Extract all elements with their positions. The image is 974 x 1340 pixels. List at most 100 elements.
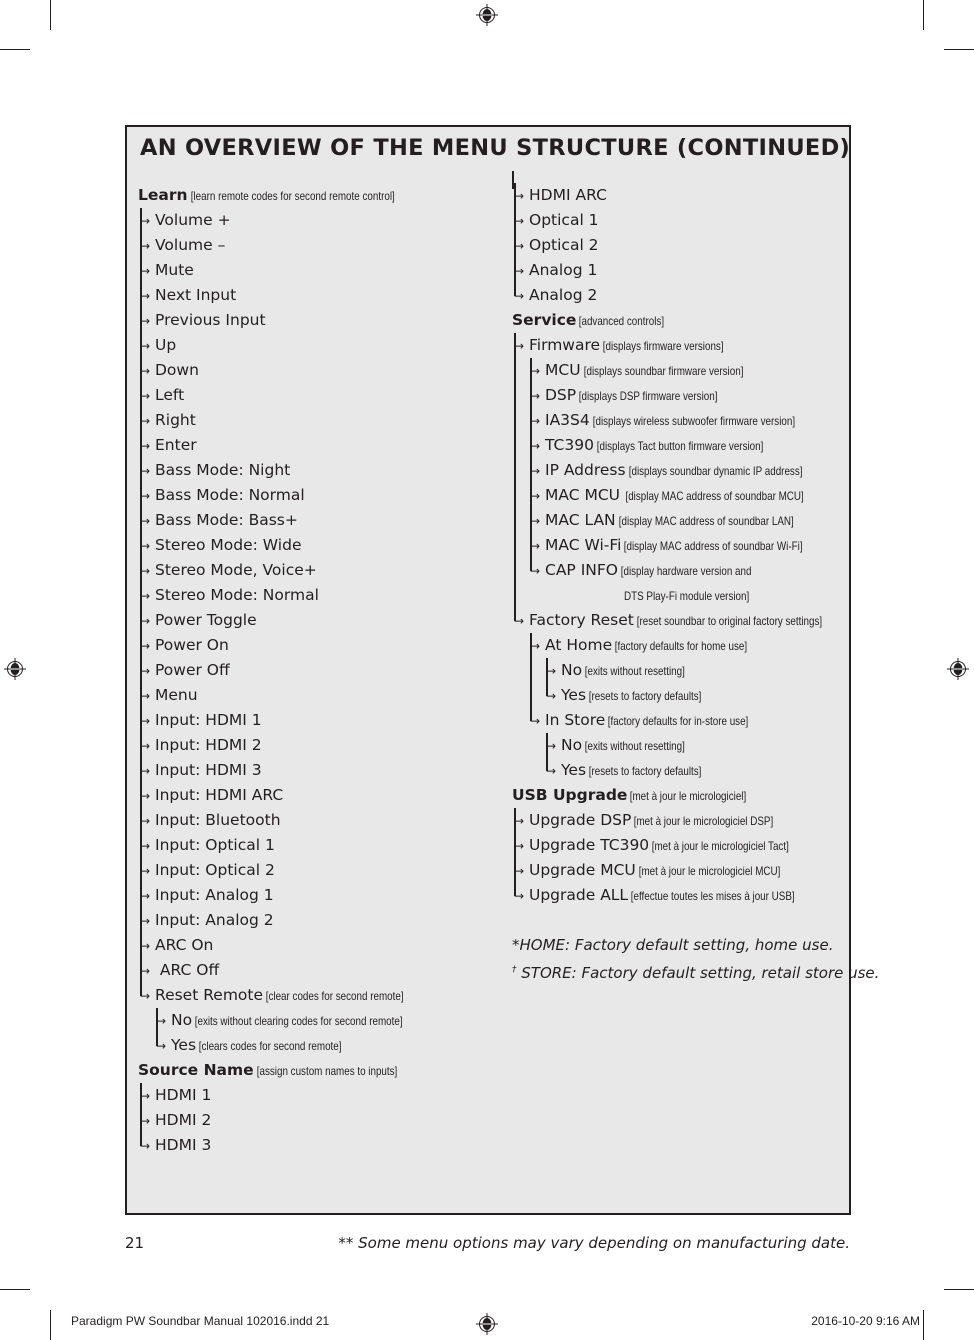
tree-line bbox=[514, 808, 516, 896]
menu-item: → Up bbox=[138, 333, 449, 358]
disclaimer: ** Some menu options may vary depending … bbox=[338, 1234, 850, 1252]
menu-description: [clear codes for second remote] bbox=[263, 989, 404, 1003]
menu-heading: Service [advanced controls] bbox=[512, 308, 879, 333]
menu-label: CAP INFO bbox=[545, 561, 618, 579]
arrow-icon: → bbox=[140, 589, 151, 603]
arrow-icon: → bbox=[514, 839, 525, 853]
menu-item: → Firmware [displays firmware versions] bbox=[512, 333, 879, 358]
menu-description: [displays Tact button firmware version] bbox=[593, 439, 764, 453]
tree-line bbox=[546, 658, 548, 696]
menu-description: [resets to factory defaults] bbox=[586, 764, 702, 778]
arrow-icon: → bbox=[140, 1089, 151, 1103]
menu-item: → Input: HDMI 1 bbox=[138, 708, 449, 733]
arrow-icon: → bbox=[140, 264, 151, 278]
menu-item: → Volume + bbox=[138, 208, 449, 233]
menu-item: → No [exits without resetting] bbox=[512, 658, 879, 683]
menu-item: → Right bbox=[138, 408, 449, 433]
crop-mark bbox=[923, 1310, 924, 1340]
menu-item: → Power Toggle bbox=[138, 608, 449, 633]
menu-description: [displays DSP firmware version] bbox=[576, 389, 718, 403]
arrow-icon: → bbox=[140, 914, 151, 928]
arrow-icon: → bbox=[530, 364, 541, 378]
tree-line bbox=[514, 183, 516, 296]
arrow-icon: → bbox=[546, 664, 557, 678]
tree-line bbox=[546, 733, 548, 771]
menu-item: → Bass Mode: Normal bbox=[138, 483, 449, 508]
menu-label: HDMI 3 bbox=[155, 1136, 212, 1154]
arrow-icon: → bbox=[140, 414, 151, 428]
arrow-icon: → bbox=[530, 489, 541, 503]
menu-description: [met à jour le micrologiciel] bbox=[627, 789, 747, 803]
arrow-icon: → bbox=[514, 814, 525, 828]
menu-label: DSP bbox=[545, 386, 577, 404]
menu-description: [learn remote codes for second remote co… bbox=[187, 189, 395, 203]
menu-item: → Input: HDMI 3 bbox=[138, 758, 449, 783]
menu-label: HDMI 2 bbox=[155, 1111, 212, 1129]
arrow-icon: → bbox=[140, 214, 151, 228]
menu-label: Up bbox=[155, 336, 177, 354]
arrow-icon: → bbox=[140, 789, 151, 803]
crop-mark bbox=[923, 0, 924, 30]
footnote-home: *HOME: Factory default setting, home use… bbox=[512, 936, 834, 954]
menu-item: → TC390 [displays Tact button firmware ve… bbox=[512, 433, 879, 458]
arrow-icon: → bbox=[530, 439, 541, 453]
menu-item: → No [exits without resetting] bbox=[512, 733, 879, 758]
menu-structure-panel: AN OVERVIEW OF THE MENU STRUCTURE (CONTI… bbox=[125, 125, 879, 1215]
menu-heading: Learn [learn remote codes for second rem… bbox=[138, 183, 449, 208]
arrow-icon: → bbox=[140, 539, 151, 553]
menu-item: → Enter bbox=[138, 433, 449, 458]
arrow-icon: → bbox=[514, 339, 525, 353]
menu-label: Optical 2 bbox=[529, 236, 599, 254]
arrow-icon: → bbox=[140, 239, 151, 253]
menu-label: Upgrade DSP bbox=[529, 811, 632, 829]
arrow-icon: → bbox=[546, 689, 557, 703]
menu-item: → Stereo Mode: Normal bbox=[138, 583, 449, 608]
slug-filename: Paradigm PW Soundbar Manual 102016.indd … bbox=[71, 1314, 330, 1328]
arrow-icon: → bbox=[530, 514, 541, 528]
menu-item: → Input: Bluetooth bbox=[138, 808, 449, 833]
menu-item: → ARC Off bbox=[138, 958, 449, 983]
menu-description: [display MAC address of soundbar MCU] bbox=[620, 489, 804, 503]
menu-description: DTS Play-Fi module version] bbox=[624, 589, 750, 603]
menu-label: Bass Mode: Normal bbox=[155, 486, 305, 504]
menu-label: Input: Optical 1 bbox=[155, 836, 275, 854]
arrow-icon: → bbox=[140, 289, 151, 303]
menu-label: Yes bbox=[561, 686, 587, 704]
page-title: AN OVERVIEW OF THE MENU STRUCTURE (CONTI… bbox=[140, 135, 851, 161]
menu-label: Mute bbox=[155, 261, 194, 279]
menu-item: → Next Input bbox=[138, 283, 449, 308]
menu-label: Power Off bbox=[155, 661, 230, 679]
menu-item: → Input: Optical 1 bbox=[138, 833, 449, 858]
menu-description: [exits without resetting] bbox=[582, 664, 685, 678]
arrow-icon: → bbox=[140, 689, 151, 703]
menu-description: [display MAC address of soundbar Wi-Fi] bbox=[621, 539, 804, 553]
tree-line bbox=[514, 333, 516, 621]
menu-description: [met à jour le micrologiciel MCU] bbox=[635, 864, 781, 878]
menu-item: → Left bbox=[138, 383, 449, 408]
menu-item: → Power On bbox=[138, 633, 449, 658]
menu-label: ARC Off bbox=[155, 961, 220, 979]
menu-label: Stereo Mode: Normal bbox=[155, 586, 319, 604]
tree-line bbox=[156, 1008, 158, 1046]
arrow-icon: → bbox=[530, 714, 541, 728]
arrow-icon: → bbox=[140, 1114, 151, 1128]
menu-description: [displays firmware versions] bbox=[600, 339, 724, 353]
crop-mark bbox=[50, 0, 51, 30]
menu-label: Stereo Mode: Wide bbox=[155, 536, 302, 554]
tree-line bbox=[140, 208, 142, 996]
dagger-mark: † bbox=[512, 965, 517, 975]
menu-description: [display hardware version and bbox=[617, 564, 752, 578]
menu-label: Upgrade MCU bbox=[529, 861, 636, 879]
arrow-icon: → bbox=[514, 214, 525, 228]
menu-item: → ARC On bbox=[138, 933, 449, 958]
menu-item: → Menu bbox=[138, 683, 449, 708]
menu-label: Input: Analog 2 bbox=[155, 911, 274, 929]
menu-item: → Yes [resets to factory defaults] bbox=[512, 683, 879, 708]
menu-description: [effectue toutes les mises à jour USB] bbox=[628, 889, 795, 903]
menu-item: → Previous Input bbox=[138, 308, 449, 333]
menu-description: [assign custom names to inputs] bbox=[253, 1064, 397, 1078]
arrow-icon: → bbox=[530, 389, 541, 403]
arrow-icon: → bbox=[530, 414, 541, 428]
tree-line bbox=[140, 1083, 142, 1146]
arrow-icon: → bbox=[140, 764, 151, 778]
